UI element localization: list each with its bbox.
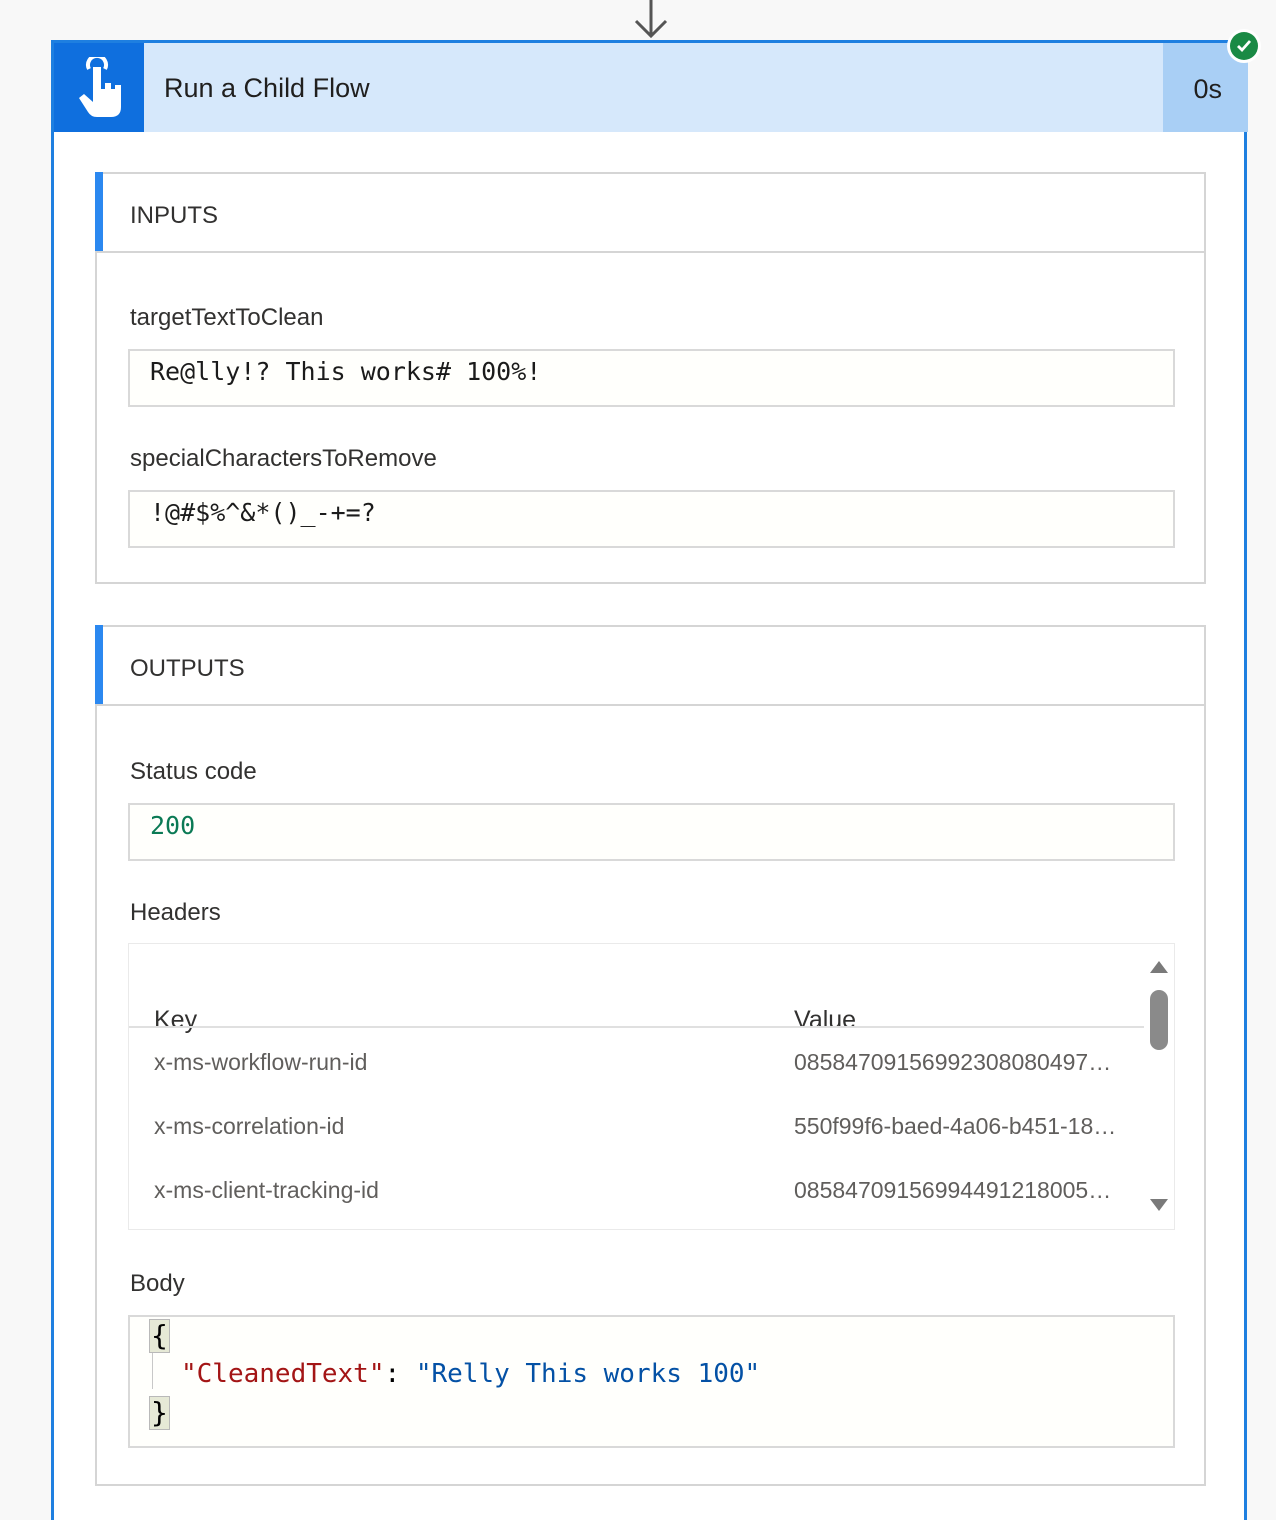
section-accent-bar <box>95 172 103 251</box>
field-label-body: Body <box>130 1270 185 1297</box>
scrollbar-thumb[interactable] <box>1150 990 1168 1050</box>
table-row-key: x-ms-workflow-run-id <box>154 1049 368 1075</box>
table-row-value: 08584709156994491218005… <box>794 1177 1112 1203</box>
table-row-value: 550f99f6-baed-4a06-b451-18… <box>794 1113 1117 1139</box>
column-header-key: Key <box>154 1006 198 1034</box>
json-value: "Relly This works 100" <box>415 1359 761 1389</box>
json-property-line: "CleanedText": "Relly This works 100" <box>181 1359 760 1389</box>
json-close-brace: } <box>149 1396 170 1430</box>
json-key: "CleanedText" <box>181 1359 385 1389</box>
table-row-value: 08584709156992308080497… <box>794 1049 1112 1075</box>
scroll-up-arrow-icon[interactable] <box>1149 960 1169 974</box>
field-value: Re@lly!? This works# 100%! <box>150 357 542 386</box>
json-colon: : <box>384 1359 416 1389</box>
outputs-section: OUTPUTS Status code 200 Headers Key Valu… <box>95 625 1206 1486</box>
column-header-value: Value <box>794 1006 857 1034</box>
outputs-title: OUTPUTS <box>130 655 245 682</box>
field-value: !@#$%^&*()_-+=? <box>150 498 376 527</box>
action-icon-tile <box>54 43 144 132</box>
scroll-down-arrow-icon[interactable] <box>1149 1198 1169 1212</box>
status-code-value: 200 <box>150 811 196 840</box>
field-label-target-text: targetTextToClean <box>130 304 324 331</box>
action-card-header[interactable]: Run a Child Flow 0s <box>54 43 1248 132</box>
inputs-section: INPUTS targetTextToClean Re@lly!? This w… <box>95 172 1206 584</box>
touch-hand-icon <box>79 57 121 117</box>
table-row-key: x-ms-client-tracking-id <box>154 1177 379 1203</box>
headers-table[interactable]: Key Value x-ms-workflow-run-id 085847091… <box>128 943 1175 1230</box>
field-label-status-code: Status code <box>130 758 257 785</box>
field-target-text[interactable]: Re@lly!? This works# 100%! <box>128 349 1175 407</box>
json-open-brace: { <box>149 1319 170 1353</box>
body-code-view[interactable]: { "CleanedText": "Relly This works 100" … <box>128 1315 1175 1448</box>
inputs-title: INPUTS <box>130 202 219 229</box>
section-accent-bar <box>95 625 103 704</box>
field-label-headers: Headers <box>130 899 221 926</box>
field-label-special-chars: specialCharactersToRemove <box>130 445 437 472</box>
outputs-section-header: OUTPUTS <box>95 625 1204 706</box>
inputs-section-header: INPUTS <box>95 172 1204 253</box>
success-check-icon <box>1227 29 1261 63</box>
action-title: Run a Child Flow <box>164 73 370 103</box>
field-special-chars[interactable]: !@#$%^&*()_-+=? <box>128 490 1175 548</box>
duration-value: 0s <box>1193 74 1222 104</box>
flow-arrow-icon <box>634 0 668 39</box>
header-divider <box>129 1026 1144 1028</box>
indent-guide <box>152 1353 153 1389</box>
table-row-key: x-ms-correlation-id <box>154 1113 345 1139</box>
field-status-code[interactable]: 200 <box>128 803 1175 861</box>
